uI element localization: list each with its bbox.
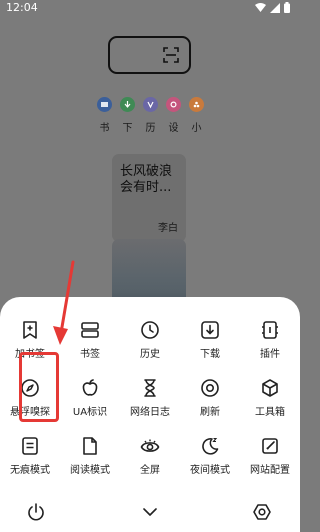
signal-icon	[270, 2, 280, 13]
system-icons	[255, 2, 290, 13]
apple-icon	[82, 379, 98, 396]
refresh-icon	[201, 379, 219, 397]
menu-item-fullscreen[interactable]: 全屏	[120, 427, 180, 483]
menu-item-bookmarks[interactable]: 书签	[60, 311, 120, 367]
menu-item-night-mode[interactable]: 夜间模式	[180, 427, 240, 483]
bookmark-add-icon	[23, 321, 37, 339]
menu-bottom-bar	[0, 496, 300, 532]
menu-item-label: 无痕模式	[10, 465, 50, 476]
quote-author: 李白	[158, 223, 178, 234]
power-icon[interactable]	[25, 501, 47, 523]
menu-item-label: UA标识	[72, 407, 108, 418]
download-icon	[201, 321, 219, 339]
quick-link-labels: 书 下 历 设 小	[99, 119, 202, 134]
reading-mode-icon	[83, 437, 97, 455]
plugin-icon	[262, 321, 278, 339]
menu-item-label: 书签	[80, 349, 100, 360]
quick-link-label: 下	[122, 123, 133, 134]
chevron-down-icon[interactable]	[139, 501, 161, 523]
menu-row-3: 无痕模式 阅读模式 全屏 夜间模式 网站配置	[0, 427, 300, 483]
menu-item-toolbox[interactable]: 工具箱	[240, 369, 300, 425]
moon-icon	[202, 437, 219, 455]
bookmarks-icon	[81, 322, 99, 338]
menu-item-site-settings[interactable]: 网站配置	[240, 427, 300, 483]
menu-item-label: 网络日志	[130, 407, 170, 418]
scan-icon[interactable]	[163, 47, 179, 63]
menu-item-history[interactable]: 历史	[120, 311, 180, 367]
status-time: 12:04	[6, 1, 38, 14]
settings-hexagon-icon[interactable]	[251, 501, 273, 523]
menu-item-label: 下载	[200, 349, 220, 360]
search-box[interactable]	[108, 36, 191, 74]
battery-icon	[284, 2, 290, 13]
menu-item-label: 网站配置	[250, 465, 290, 476]
history-quick-icon[interactable]	[143, 97, 158, 112]
quick-link-label: 设	[168, 123, 179, 134]
menu-item-label: 阅读模式	[70, 465, 110, 476]
quick-link-label: 历	[145, 123, 156, 134]
quote-text: 长风破浪会有时...	[120, 164, 173, 195]
history-clock-icon	[141, 321, 159, 339]
quick-link-icons	[97, 97, 204, 112]
menu-item-refresh[interactable]: 刷新	[180, 369, 240, 425]
settings-quick-icon[interactable]	[166, 97, 181, 112]
menu-item-label: 夜间模式	[190, 465, 230, 476]
menu-item-incognito[interactable]: 无痕模式	[0, 427, 60, 483]
annotation-highlight-box	[19, 352, 59, 422]
quote-card[interactable]: 长风破浪会有时... 李白	[112, 154, 186, 242]
menu-item-label: 插件	[260, 349, 280, 360]
menu-item-downloads[interactable]: 下载	[180, 311, 240, 367]
hourglass-icon	[144, 379, 156, 397]
menu-item-reading-mode[interactable]: 阅读模式	[60, 427, 120, 483]
menu-item-label: 刷新	[200, 407, 220, 418]
mini-program-quick-icon[interactable]	[189, 97, 204, 112]
download-quick-icon[interactable]	[120, 97, 135, 112]
menu-item-user-agent[interactable]: UA标识	[60, 369, 120, 425]
site-settings-icon	[262, 438, 278, 454]
menu-item-label: 历史	[140, 349, 160, 360]
wifi-icon	[255, 3, 266, 12]
menu-item-network-log[interactable]: 网络日志	[120, 369, 180, 425]
bookshelf-quick-icon[interactable]	[97, 97, 112, 112]
menu-item-label: 全屏	[140, 465, 160, 476]
incognito-icon	[22, 437, 38, 455]
toolbox-icon	[262, 379, 278, 397]
eye-icon	[140, 439, 160, 452]
menu-item-label: 工具箱	[255, 407, 285, 418]
status-bar: 12:04	[0, 0, 300, 16]
menu-item-plugins[interactable]: 插件	[240, 311, 300, 367]
quick-link-label: 书	[99, 123, 110, 134]
quick-link-label: 小	[191, 123, 202, 134]
